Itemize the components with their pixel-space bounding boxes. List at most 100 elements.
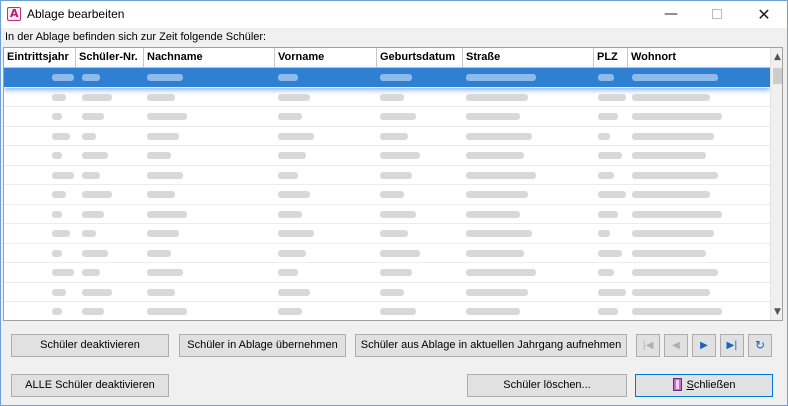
obscured-cell xyxy=(632,308,722,315)
column-header-plz[interactable]: PLZ xyxy=(594,48,628,68)
obscured-cell xyxy=(52,113,62,120)
table-row[interactable] xyxy=(4,166,770,185)
obscured-cell xyxy=(147,93,175,101)
student-grid[interactable]: Eintrittsjahr Schüler-Nr. Nachname Vorna… xyxy=(3,47,783,321)
obscured-cell xyxy=(278,191,310,198)
obscured-cell xyxy=(632,269,718,276)
column-header-wohnort[interactable]: Wohnort xyxy=(628,48,770,68)
scroll-up-arrow-icon[interactable]: ▲ xyxy=(771,50,782,64)
table-row[interactable] xyxy=(4,185,770,205)
maximize-icon xyxy=(712,9,722,19)
ablage-hint-label: In der Ablage befinden sich zur Zeit fol… xyxy=(5,31,267,43)
dialog-window: Ablage bearbeiten — ✕ In der Ablage befi… xyxy=(0,0,788,406)
deactivate-all-button[interactable]: ALLE Schüler deaktivieren xyxy=(11,374,169,397)
column-header-vorname[interactable]: Vorname xyxy=(275,48,377,68)
maximize-button[interactable] xyxy=(694,1,740,28)
obscured-cell xyxy=(380,132,408,140)
obscured-cell xyxy=(598,74,614,81)
obscured-cell xyxy=(632,191,710,198)
obscured-cell xyxy=(82,171,100,179)
scroll-thumb[interactable] xyxy=(773,68,782,84)
obscured-cell xyxy=(632,249,706,257)
scroll-down-arrow-icon[interactable]: ▼ xyxy=(771,305,782,319)
close-dialog-button[interactable]: Schließen xyxy=(635,374,773,397)
obscured-cell xyxy=(466,152,524,159)
obscured-cell xyxy=(52,288,66,296)
close-label: chließen xyxy=(693,379,736,391)
obscured-cell xyxy=(466,113,520,120)
move-to-archive-button[interactable]: Schüler in Ablage übernehmen xyxy=(179,334,346,357)
obscured-cell xyxy=(598,288,626,296)
obscured-cell xyxy=(466,269,536,276)
obscured-cell xyxy=(82,308,104,315)
obscured-cell xyxy=(52,152,62,159)
obscured-cell xyxy=(598,93,626,101)
table-row[interactable] xyxy=(4,302,770,320)
obscured-cell xyxy=(52,191,66,198)
minimize-button[interactable]: — xyxy=(648,1,694,28)
obscured-cell xyxy=(380,191,404,198)
obscured-cell xyxy=(598,132,610,140)
obscured-cell xyxy=(380,210,416,218)
table-row[interactable] xyxy=(4,146,770,166)
obscured-cell xyxy=(598,191,626,198)
table-row[interactable] xyxy=(4,88,770,107)
obscured-cell xyxy=(466,171,536,179)
obscured-cell xyxy=(598,308,618,315)
obscured-cell xyxy=(147,113,187,120)
column-header-nachname[interactable]: Nachname xyxy=(144,48,275,68)
obscured-cell xyxy=(278,93,310,101)
table-row[interactable] xyxy=(4,205,770,224)
obscured-cell xyxy=(466,191,528,198)
obscured-cell xyxy=(466,210,520,218)
obscured-cell xyxy=(278,171,298,179)
obscured-cell xyxy=(380,249,420,257)
obscured-cell xyxy=(466,93,528,101)
last-record-button[interactable]: ▶| xyxy=(720,334,744,357)
obscured-cell xyxy=(632,230,714,237)
table-row[interactable] xyxy=(4,224,770,244)
table-row[interactable] xyxy=(4,68,770,88)
obscured-cell xyxy=(380,269,412,276)
obscured-cell xyxy=(52,308,62,315)
obscured-cell xyxy=(147,288,175,296)
table-row[interactable] xyxy=(4,244,770,263)
exit-door-icon xyxy=(672,378,682,391)
obscured-cell xyxy=(278,152,306,159)
close-window-button[interactable]: ✕ xyxy=(741,1,787,28)
obscured-cell xyxy=(598,113,618,120)
obscured-cell xyxy=(147,269,183,276)
obscured-cell xyxy=(147,191,175,198)
obscured-cell xyxy=(278,74,298,81)
obscured-cell xyxy=(380,171,412,179)
obscured-cell xyxy=(52,230,70,237)
delete-student-button[interactable]: Schüler löschen... xyxy=(467,374,627,397)
table-row[interactable] xyxy=(4,107,770,127)
deactivate-student-button[interactable]: Schüler deaktivieren xyxy=(11,334,169,357)
obscured-cell xyxy=(598,210,618,218)
obscured-cell xyxy=(278,249,306,257)
table-row[interactable] xyxy=(4,127,770,146)
previous-record-button[interactable]: ◀ xyxy=(664,334,688,357)
column-header-geburtsdatum[interactable]: Geburtsdatum xyxy=(377,48,463,68)
obscured-cell xyxy=(52,171,74,179)
obscured-cell xyxy=(52,132,70,140)
column-header-strasse[interactable]: Straße xyxy=(463,48,594,68)
table-row[interactable] xyxy=(4,263,770,283)
obscured-cell xyxy=(380,288,404,296)
obscured-cell xyxy=(598,171,614,179)
table-row[interactable] xyxy=(4,283,770,302)
column-header-schueler-nr[interactable]: Schüler-Nr. xyxy=(76,48,144,68)
obscured-cell xyxy=(632,210,722,218)
column-header-eintrittsjahr[interactable]: Eintrittsjahr xyxy=(4,48,76,68)
next-record-button[interactable]: ▶ xyxy=(692,334,716,357)
take-from-archive-button[interactable]: Schüler aus Ablage in aktuellen Jahrgang… xyxy=(355,334,627,357)
grid-vertical-scrollbar[interactable]: ▲ ▼ xyxy=(770,48,782,320)
obscured-cell xyxy=(380,74,412,81)
obscured-cell xyxy=(82,113,104,120)
refresh-button[interactable]: ↻ xyxy=(748,334,772,357)
obscured-cell xyxy=(598,230,610,237)
first-record-button[interactable]: |◀ xyxy=(636,334,660,357)
window-title: Ablage bearbeiten xyxy=(27,7,125,21)
title-bar: Ablage bearbeiten — ✕ xyxy=(1,1,787,28)
